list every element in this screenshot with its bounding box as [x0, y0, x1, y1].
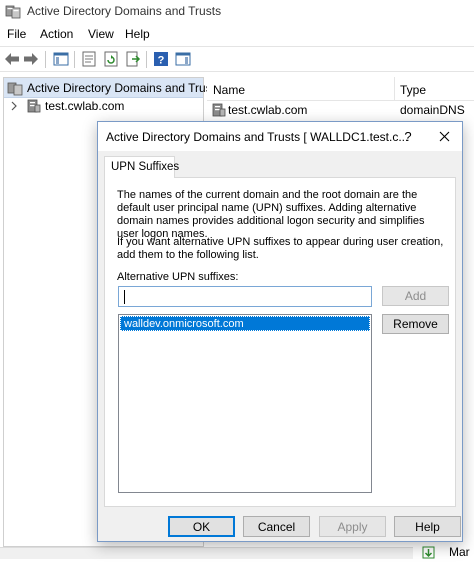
ad-domains-app-icon — [5, 3, 21, 19]
taskbar-app-icon[interactable] — [422, 546, 435, 562]
list-cell-type: domainDNS — [400, 103, 465, 117]
menu-bar: File Action View Help — [0, 25, 474, 45]
instruction-text: If you want alternative UPN suffixes to … — [117, 236, 444, 261]
toolbar-separator — [146, 51, 147, 68]
upn-suffix-input[interactable] — [118, 286, 372, 307]
suffix-listbox[interactable]: walldev.onmicrosoft.com — [118, 314, 372, 493]
menu-action[interactable]: Action — [40, 27, 73, 41]
svg-text:?: ? — [158, 55, 165, 67]
dialog-title: Active Directory Domains and Trusts [ WA… — [106, 130, 409, 144]
taskbar-text: Mar — [449, 545, 470, 559]
tab-label: UPN Suffixes — [111, 161, 180, 173]
remove-button[interactable]: Remove — [382, 314, 449, 334]
apply-button[interactable]: Apply — [319, 516, 386, 537]
dialog-help-button[interactable]: ? — [402, 129, 414, 144]
alternative-suffixes-label: Alternative UPN suffixes: — [117, 271, 239, 283]
tree-item-label: test.cwlab.com — [45, 99, 125, 113]
window-title: Active Directory Domains and Trusts — [27, 4, 222, 18]
taskbar-fragment: Mar — [413, 545, 474, 559]
toolbar: ? — [0, 46, 474, 72]
list-cell-name: test.cwlab.com — [228, 103, 308, 117]
back-arrow-icon[interactable] — [3, 50, 21, 68]
domain-icon — [211, 102, 227, 121]
forward-arrow-icon[interactable] — [22, 50, 40, 68]
menu-file[interactable]: File — [7, 27, 26, 41]
refresh-icon[interactable] — [102, 50, 120, 68]
list-header: Name Type — [207, 77, 474, 101]
list-item[interactable]: walldev.onmicrosoft.com — [120, 316, 370, 331]
toolbar-separator — [45, 51, 46, 68]
tree-root-label: Active Directory Domains and Trust — [27, 81, 216, 95]
tree-root-node[interactable]: Active Directory Domains and Trust — [4, 78, 215, 98]
cancel-button[interactable]: Cancel — [243, 516, 310, 537]
toolbar-separator — [74, 51, 75, 68]
status-bar — [0, 547, 474, 559]
add-button[interactable]: Add — [382, 286, 449, 306]
description-text: The names of the current domain and the … — [117, 189, 425, 240]
title-bar: Active Directory Domains and Trusts — [0, 0, 474, 22]
tree-item-test-cwlab[interactable]: test.cwlab.com — [4, 97, 203, 115]
help-icon[interactable]: ? — [152, 50, 170, 68]
chevron-right-icon[interactable] — [10, 100, 18, 115]
ok-button[interactable]: OK — [168, 516, 235, 537]
menu-help[interactable]: Help — [125, 27, 150, 41]
close-icon[interactable] — [434, 126, 454, 146]
properties-icon[interactable] — [80, 50, 98, 68]
column-header-type[interactable]: Type — [400, 83, 426, 97]
show-hide-console-tree-icon[interactable] — [52, 50, 70, 68]
help-button[interactable]: Help — [394, 516, 461, 537]
column-header-name[interactable]: Name — [213, 83, 245, 97]
tab-upn-suffixes[interactable]: UPN Suffixes — [104, 156, 179, 178]
text-caret — [124, 290, 125, 304]
tab-panel: The names of the current domain and the … — [104, 177, 456, 507]
dialog-title-bar: Active Directory Domains and Trusts [ WA… — [98, 122, 462, 151]
list-row[interactable]: test.cwlab.com domainDNS — [207, 101, 474, 120]
column-divider[interactable] — [394, 77, 395, 101]
upn-suffixes-dialog: Active Directory Domains and Trusts [ WA… — [97, 121, 463, 542]
domain-icon — [26, 98, 42, 117]
export-list-icon[interactable] — [124, 50, 142, 68]
menu-view[interactable]: View — [88, 27, 114, 41]
action-pane-icon[interactable] — [174, 50, 192, 68]
